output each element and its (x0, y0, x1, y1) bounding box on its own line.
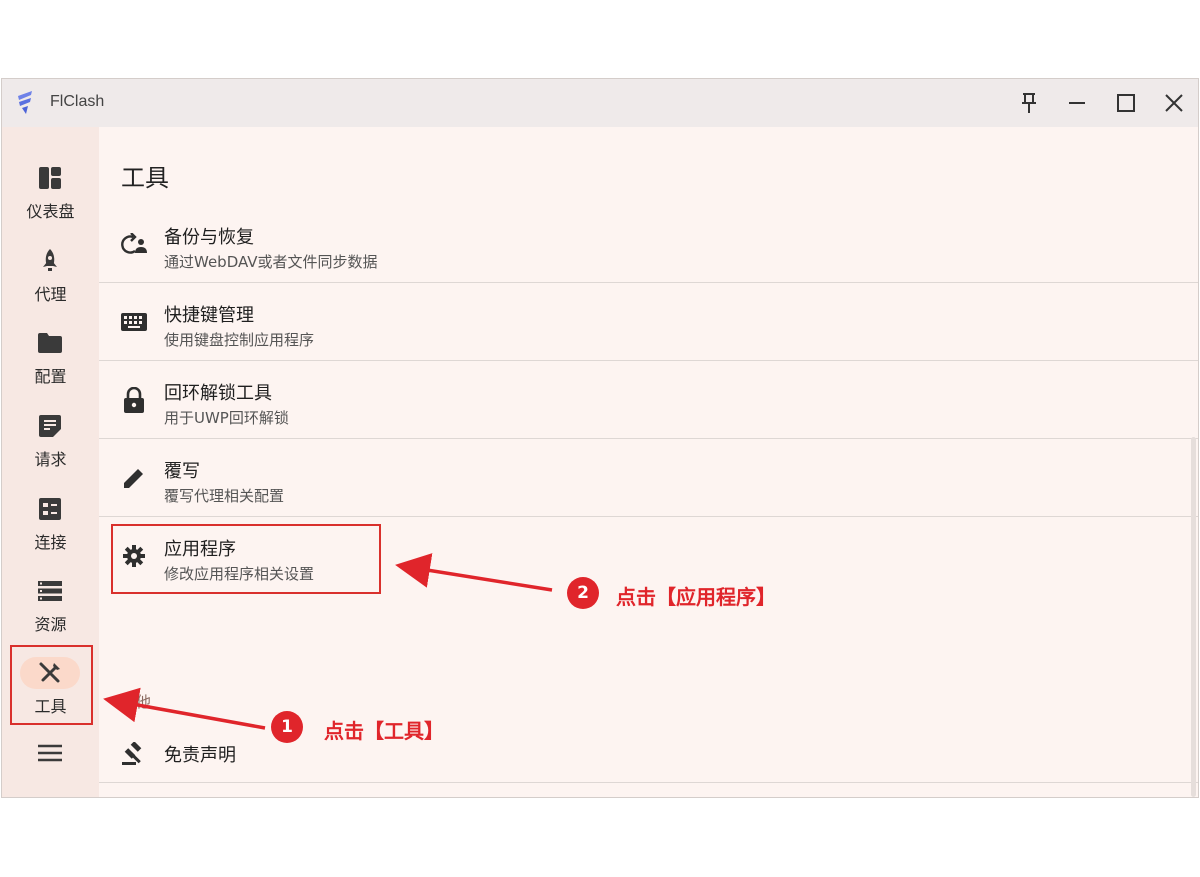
annotation-box-application (111, 524, 381, 594)
section-header-other: 其他 (121, 693, 152, 711)
sidebar-label: 配置 (34, 367, 67, 386)
storage-icon (30, 575, 70, 607)
step-badge-2: 2 (567, 577, 599, 609)
backup-restore-icon (119, 229, 149, 259)
pin-icon (1022, 93, 1036, 113)
list-item-override[interactable]: 覆写 覆写代理相关配置 (99, 439, 1198, 517)
info-icon (119, 797, 149, 798)
annotation-text-1: 点击【工具】 (324, 719, 444, 743)
keyboard-icon (119, 307, 149, 337)
sidebar-label: 仪表盘 (26, 202, 75, 221)
rocket-icon (30, 245, 70, 277)
sidebar-item-profiles[interactable]: 配置 (2, 327, 99, 403)
requests-icon (30, 410, 70, 442)
screenshot-stage: FlClash 仪表盘 代理 配置 请求 连接 资源 工具 工具 备份与恢复 通… (0, 0, 1200, 877)
sidebar-label: 资源 (34, 615, 67, 634)
annotation-box-tools (10, 645, 93, 725)
sidebar-item-requests[interactable]: 请求 (2, 410, 99, 486)
folder-icon (30, 327, 70, 359)
sidebar-label: 连接 (34, 533, 67, 552)
maximize-button[interactable] (1112, 89, 1140, 117)
sidebar-item-connections[interactable]: 连接 (2, 493, 99, 569)
scrollbar[interactable] (1191, 437, 1196, 797)
list-item-about[interactable]: 关于 (99, 783, 1198, 798)
minimize-icon (1069, 102, 1085, 104)
app-window: FlClash 仪表盘 代理 配置 请求 连接 资源 工具 工具 备份与恢复 通… (1, 78, 1199, 798)
sidebar-item-proxy[interactable]: 代理 (2, 245, 99, 321)
window-title: FlClash (50, 93, 105, 110)
sidebar-item-resources[interactable]: 资源 (2, 575, 99, 651)
item-title: 覆写 (164, 461, 200, 482)
item-title: 免责声明 (164, 745, 236, 766)
minimize-button[interactable] (1063, 89, 1091, 117)
connections-icon (30, 493, 70, 525)
sidebar-menu-button[interactable] (2, 737, 99, 797)
item-subtitle: 用于UWP回环解锁 (164, 409, 289, 427)
menu-icon (30, 737, 70, 769)
step-badge-1: 1 (271, 711, 303, 743)
pin-button[interactable] (1015, 89, 1043, 117)
pencil-icon (119, 463, 149, 493)
sidebar-label: 代理 (34, 285, 67, 304)
close-icon (1165, 94, 1183, 112)
flclash-logo-icon (18, 91, 32, 114)
item-subtitle: 使用键盘控制应用程序 (164, 331, 315, 349)
title-bar: FlClash (2, 79, 1198, 127)
item-subtitle: 通过WebDAV或者文件同步数据 (164, 253, 378, 271)
list-item-hotkeys[interactable]: 快捷键管理 使用键盘控制应用程序 (99, 283, 1198, 361)
dashboard-icon (30, 162, 70, 194)
list-item-disclaimer[interactable]: 免责声明 (99, 725, 1198, 783)
item-title: 回环解锁工具 (164, 383, 272, 404)
list-item-backup[interactable]: 备份与恢复 通过WebDAV或者文件同步数据 (99, 205, 1198, 283)
maximize-icon (1117, 94, 1135, 112)
annotation-text-2: 点击【应用程序】 (616, 585, 776, 609)
list-item-loopback[interactable]: 回环解锁工具 用于UWP回环解锁 (99, 361, 1198, 439)
lock-icon (119, 385, 149, 415)
close-button[interactable] (1160, 89, 1188, 117)
sidebar-label: 请求 (34, 450, 67, 469)
tools-page: 工具 备份与恢复 通过WebDAV或者文件同步数据 快捷键管理 使用键盘控制应用… (99, 127, 1198, 798)
gavel-icon (119, 739, 149, 769)
sidebar-item-dashboard[interactable]: 仪表盘 (2, 162, 99, 238)
item-title: 快捷键管理 (164, 305, 254, 326)
item-title: 备份与恢复 (164, 227, 254, 248)
item-subtitle: 覆写代理相关配置 (164, 487, 285, 505)
page-title: 工具 (121, 164, 169, 192)
